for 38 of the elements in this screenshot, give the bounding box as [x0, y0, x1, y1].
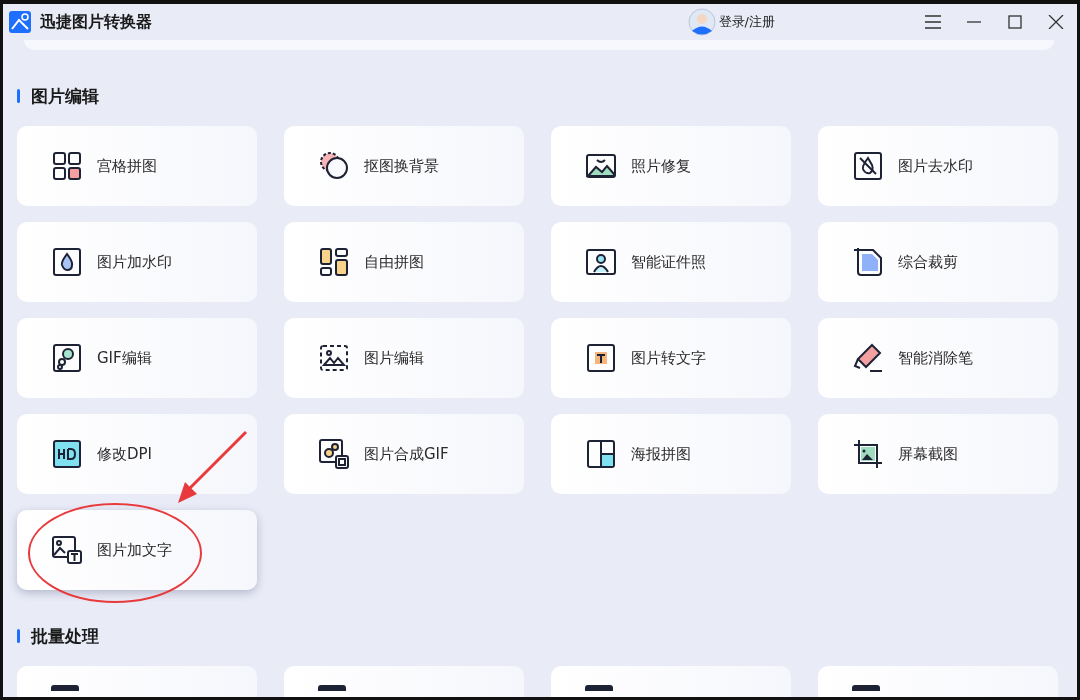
- tool-label: 宫格拼图: [97, 156, 157, 176]
- tool-label: GIF编辑: [97, 348, 152, 368]
- tool-card[interactable]: 图片加文字: [17, 510, 257, 590]
- tool-card[interactable]: 图片加水印: [17, 222, 257, 302]
- tool-card[interactable]: 宫格拼图: [17, 126, 257, 206]
- tool-card[interactable]: 自由拼图: [284, 222, 524, 302]
- section-title: 批量处理: [31, 624, 99, 648]
- tool-card[interactable]: 图片转文字: [551, 318, 791, 398]
- tool-label: 修改DPI: [97, 444, 153, 464]
- tool-label: 照片修复: [631, 156, 691, 176]
- tool-card[interactable]: 修改DPI: [17, 414, 257, 494]
- tool-label: 抠图换背景: [364, 156, 439, 176]
- tool-label: 自由拼图: [364, 252, 424, 272]
- tool-card[interactable]: 海报拼图: [551, 414, 791, 494]
- section-title: 图片编辑: [31, 84, 99, 108]
- login-link[interactable]: 登录/注册: [718, 13, 775, 31]
- tool-card[interactable]: 照片修复: [551, 126, 791, 206]
- tool-card[interactable]: GIF编辑: [17, 318, 257, 398]
- tool-label: 智能证件照: [631, 252, 706, 272]
- tool-card[interactable]: 图片去水印: [818, 126, 1058, 206]
- tool-label: 图片合成GIF: [364, 444, 449, 464]
- tool-label: 图片加文字: [97, 540, 172, 560]
- tool-card[interactable]: 智能证件照: [551, 222, 791, 302]
- window-title: 迅捷图片转换器: [40, 11, 152, 33]
- tool-card[interactable]: 抠图换背景: [284, 126, 524, 206]
- tool-label: 智能消除笔: [898, 348, 973, 368]
- tool-label: 图片加水印: [97, 252, 172, 272]
- tool-card[interactable]: 图片编辑: [284, 318, 524, 398]
- tool-label: 综合裁剪: [898, 252, 958, 272]
- tool-card[interactable]: 智能消除笔: [818, 318, 1058, 398]
- tool-card[interactable]: 图片合成GIF: [284, 414, 524, 494]
- tool-card[interactable]: 综合裁剪: [818, 222, 1058, 302]
- tool-card[interactable]: 屏幕截图: [818, 414, 1058, 494]
- tool-label: 屏幕截图: [898, 444, 958, 464]
- tool-label: 图片去水印: [898, 156, 973, 176]
- tool-label: 图片转文字: [631, 348, 706, 368]
- tool-label: 海报拼图: [631, 444, 691, 464]
- tool-label: 图片编辑: [364, 348, 424, 368]
